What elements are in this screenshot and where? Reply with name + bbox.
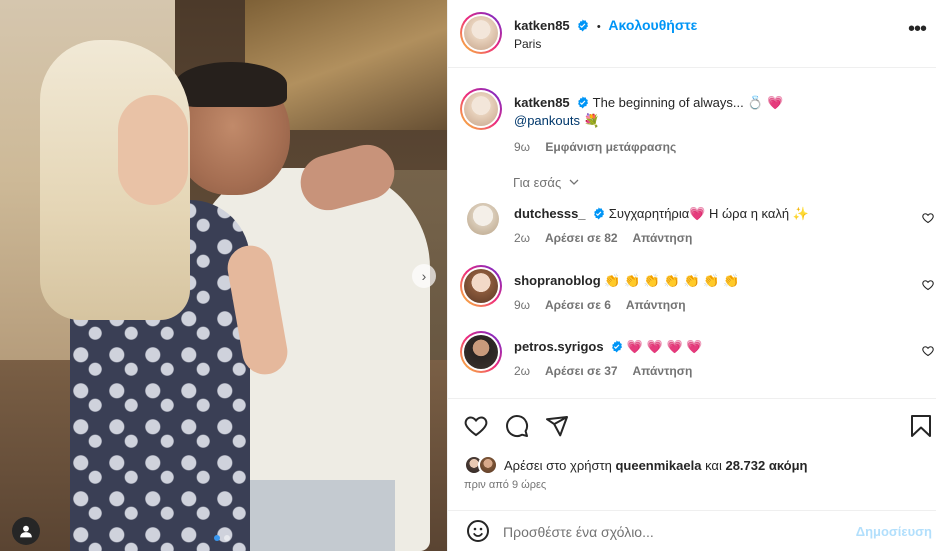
like-heart-icon[interactable] — [464, 414, 488, 438]
post-photo[interactable]: › — [0, 0, 447, 551]
carousel-dot — [224, 535, 230, 541]
carousel-next-button[interactable]: › — [412, 264, 436, 288]
chevron-right-icon: › — [421, 268, 427, 284]
commenter-avatar[interactable] — [460, 331, 502, 373]
author-avatar[interactable] — [460, 12, 502, 54]
comment-item: dutchesss_ Συγχαρητήρια💗 Η ώρα η καλή ✨ … — [460, 200, 936, 255]
comment-likes[interactable]: Αρέσει σε 6 — [545, 298, 611, 312]
likes-count[interactable]: 28.732 ακόμη — [725, 458, 807, 473]
comment-input[interactable] — [503, 521, 843, 543]
caption-mention[interactable]: @pankouts — [514, 113, 580, 128]
commenter-avatar[interactable] — [467, 203, 499, 235]
more-options-button[interactable]: ••• — [905, 19, 929, 46]
caption-username[interactable]: katken85 — [514, 95, 570, 110]
caption-text: The beginning of always... 💍 💗 — [592, 95, 784, 110]
photo-man-jeans — [225, 480, 395, 551]
photo-man-hair — [175, 62, 287, 107]
emoji-picker-icon[interactable] — [466, 519, 490, 543]
for-you-filter[interactable]: Για εσάς — [513, 175, 580, 190]
comment-time[interactable]: 2ω — [514, 231, 530, 245]
likes-summary: Αρέσει στο χρήστη queenmikaela και 28.73… — [464, 455, 924, 475]
comment-reply-button[interactable]: Απάντηση — [633, 231, 693, 245]
comment-username[interactable]: petros.syrigos — [514, 339, 604, 354]
comment-item: petros.syrigos 💗 💗 💗 💗 2ω Αρέσει σε 37 Α… — [460, 329, 936, 384]
comment-text: 👏 👏 👏 👏 👏 👏 👏 — [604, 273, 740, 288]
comment-likes[interactable]: Αρέσει σε 82 — [545, 231, 618, 245]
tagged-users-button[interactable] — [12, 517, 40, 545]
caption-mention-emoji: 💐 — [583, 113, 600, 128]
comment-like-heart-icon[interactable] — [922, 212, 934, 224]
photo-woman-face — [118, 95, 188, 205]
post-location[interactable]: Paris — [514, 37, 697, 51]
comment-bubble-icon[interactable] — [505, 414, 529, 438]
post-actions: Αρέσει στο χρήστη queenmikaela και 28.73… — [448, 398, 936, 491]
liker-avatar[interactable] — [478, 455, 498, 475]
follow-button[interactable]: Ακολουθήστε — [608, 17, 697, 33]
comment-like-heart-icon[interactable] — [922, 345, 934, 357]
caption-time[interactable]: 9ω — [514, 140, 530, 154]
for-you-label: Για εσάς — [513, 175, 562, 190]
comment-reply-button[interactable]: Απάντηση — [626, 298, 686, 312]
comment-item: shopranoblog 👏 👏 👏 👏 👏 👏 👏 9ω Αρέσει σε … — [460, 263, 936, 318]
verified-badge-icon — [612, 340, 623, 353]
comment-text: 💗 💗 💗 💗 — [626, 339, 703, 354]
comment-like-heart-icon[interactable] — [922, 279, 934, 291]
post-comment-button[interactable]: Δημοσίευση — [856, 524, 932, 539]
likes-user[interactable]: queenmikaela — [615, 458, 701, 473]
comment-text: Συγχαρητήρια💗 Η ώρα η καλή ✨ — [608, 206, 809, 221]
share-send-icon[interactable] — [545, 414, 569, 438]
likes-middle: και — [705, 458, 722, 473]
user-icon — [20, 525, 32, 538]
likes-prefix: Αρέσει στο χρήστη — [504, 458, 612, 473]
verified-badge-icon — [578, 96, 589, 109]
see-translation-button[interactable]: Εμφάνιση μετάφρασης — [545, 140, 676, 154]
chevron-down-icon — [569, 179, 579, 185]
bookmark-save-icon[interactable] — [910, 414, 932, 438]
caption-author-avatar[interactable] — [460, 88, 502, 130]
comment-reply-button[interactable]: Απάντηση — [633, 364, 693, 378]
comment-likes[interactable]: Αρέσει σε 37 — [545, 364, 618, 378]
verified-badge-icon — [578, 19, 589, 32]
add-comment-bar: Δημοσίευση — [448, 510, 936, 551]
post-side-panel: katken85 • Ακολουθήστε Paris ••• katken8… — [447, 0, 936, 551]
comment-time[interactable]: 9ω — [514, 298, 530, 312]
comment-time[interactable]: 2ω — [514, 364, 530, 378]
verified-badge-icon — [594, 207, 605, 220]
post-header: katken85 • Ακολουθήστε Paris ••• — [448, 0, 936, 68]
carousel-dot-active — [214, 535, 220, 541]
header-separator: • — [596, 21, 601, 33]
more-horizontal-icon: ••• — [907, 18, 927, 40]
commenter-avatar[interactable] — [460, 265, 502, 307]
comment-username[interactable]: shopranoblog — [514, 273, 601, 288]
author-username[interactable]: katken85 — [514, 18, 570, 33]
post-timestamp[interactable]: πριν από 9 ώρες — [464, 479, 546, 491]
comment-username[interactable]: dutchesss_ — [514, 206, 586, 221]
carousel-indicator — [214, 535, 230, 541]
